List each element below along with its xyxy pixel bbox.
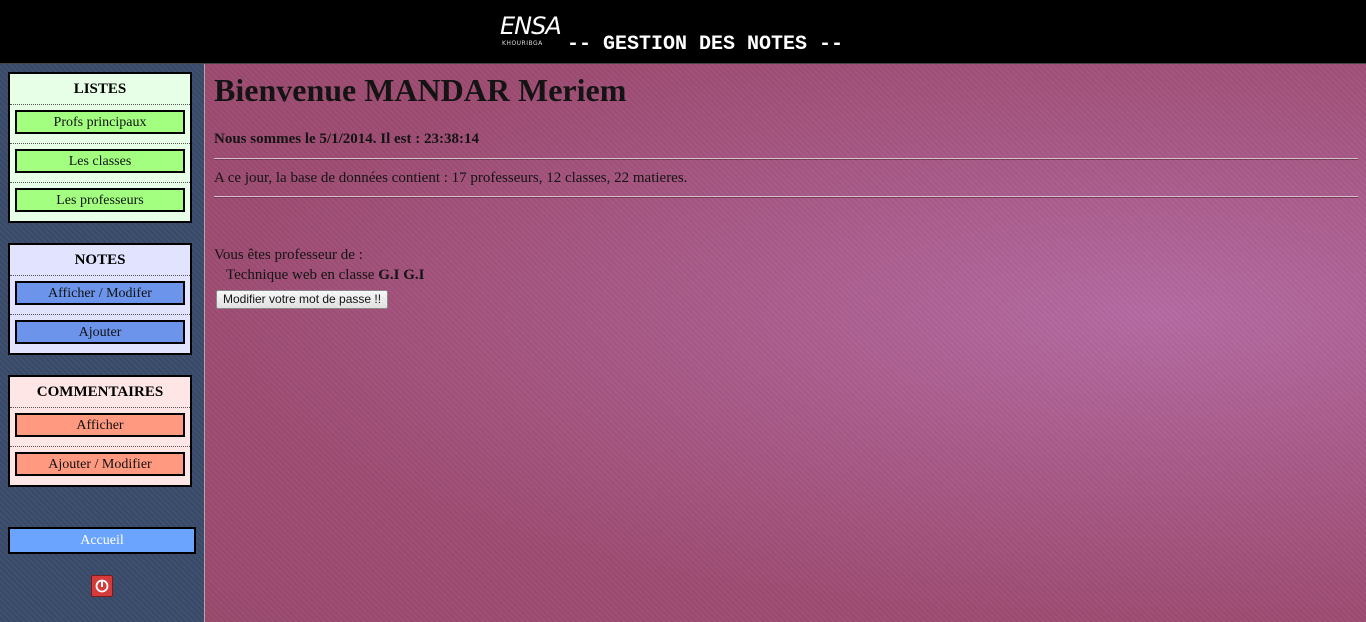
datetime-text: Nous sommes le 5/1/2014. Il est : 23:38:… [214, 131, 479, 147]
listes-panel: LISTES Profs principaux Les classes Les … [8, 72, 192, 223]
list-item: Profs principaux [10, 105, 190, 144]
course-line: Technique web en classe G.I G.I [226, 267, 425, 284]
change-password-button[interactable]: Modifier votre mot de passe !! [216, 290, 389, 309]
profs-principaux-button[interactable]: Profs principaux [15, 110, 185, 134]
afficher-modifier-notes-button[interactable]: Afficher / Modifer [15, 281, 185, 305]
les-classes-button[interactable]: Les classes [15, 149, 185, 173]
main-content: Bienvenue MANDAR Meriem Nous sommes le 5… [205, 64, 1366, 622]
ajouter-notes-button[interactable]: Ajouter [15, 320, 185, 344]
accueil-button[interactable]: Accueil [8, 527, 196, 554]
commentaires-title: COMMENTAIRES [10, 377, 190, 408]
divider [214, 196, 1358, 198]
course-text: Technique web en classe [226, 267, 379, 283]
list-item: Les professeurs [10, 183, 190, 221]
list-item: Afficher [10, 408, 190, 447]
ajouter-modifier-commentaires-button[interactable]: Ajouter / Modifier [15, 452, 185, 476]
list-item: Ajouter / Modifier [10, 447, 190, 485]
database-summary: A ce jour, la base de données contient :… [214, 170, 688, 186]
top-header: ENSA KHOURIBGA -- GESTION DES NOTES -- [0, 0, 1366, 64]
logo-subtext: KHOURIBGA [502, 40, 543, 47]
logout-button[interactable] [91, 575, 113, 597]
welcome-heading: Bienvenue MANDAR Meriem [214, 72, 627, 108]
course-class: G.I G.I [378, 267, 425, 283]
app-title: -- GESTION DES NOTES -- [567, 33, 844, 56]
list-item: Les classes [10, 144, 190, 183]
list-item: Ajouter [10, 315, 190, 353]
notes-panel: NOTES Afficher / Modifer Ajouter [8, 243, 192, 355]
logo-text: ENSA [500, 12, 562, 40]
commentaires-panel: COMMENTAIRES Afficher Ajouter / Modifier [8, 375, 192, 487]
notes-title: NOTES [10, 245, 190, 276]
listes-title: LISTES [10, 74, 190, 105]
afficher-commentaires-button[interactable]: Afficher [15, 413, 185, 437]
professor-of-label: Vous êtes professeur de : [214, 247, 363, 263]
divider [214, 158, 1358, 160]
les-professeurs-button[interactable]: Les professeurs [15, 188, 185, 212]
sidebar: LISTES Profs principaux Les classes Les … [0, 64, 205, 622]
list-item: Afficher / Modifer [10, 276, 190, 315]
ensa-logo: ENSA KHOURIBGA [500, 12, 568, 50]
power-icon [95, 579, 109, 593]
